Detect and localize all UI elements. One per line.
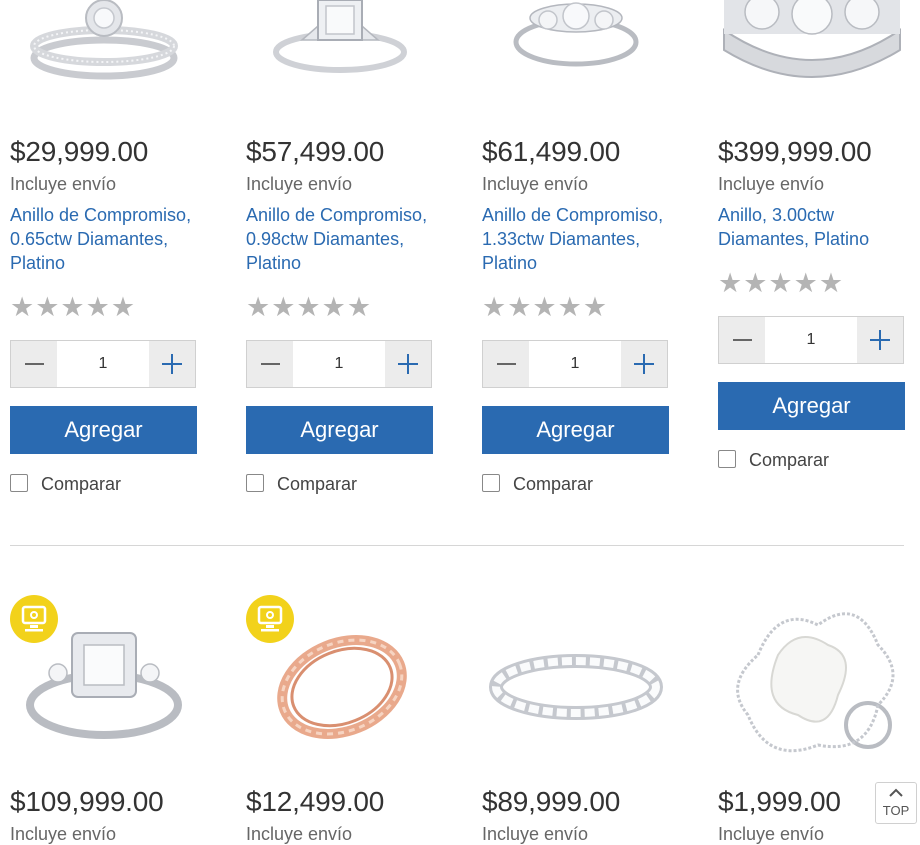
checkbox-icon[interactable] <box>246 474 264 492</box>
checkbox-icon[interactable] <box>482 474 500 492</box>
rating-stars: ★★★★★ <box>718 268 845 298</box>
plus-icon[interactable] <box>857 317 903 363</box>
add-to-cart-button[interactable]: Agregar <box>718 382 905 430</box>
product-image[interactable] <box>718 595 906 775</box>
product-price: $29,999.00 <box>10 136 149 167</box>
minus-icon[interactable] <box>483 341 529 387</box>
product-image[interactable] <box>718 0 906 120</box>
shipping-note: Incluye envío <box>10 174 117 194</box>
product-image[interactable] <box>246 0 434 120</box>
add-to-cart-button[interactable]: Agregar <box>246 406 433 454</box>
back-to-top-label: TOP <box>882 803 910 818</box>
online-only-icon <box>10 595 58 643</box>
back-to-top-button[interactable]: TOP <box>875 782 917 824</box>
shipping-note: Incluye envío <box>718 824 825 844</box>
chevron-up-icon <box>889 788 903 797</box>
product-price: $61,499.00 <box>482 136 621 167</box>
quantity-stepper: 1 <box>246 340 432 388</box>
product-card: $57,499.00 Incluye envío Anillo de Compr… <box>246 0 434 500</box>
quantity-stepper: 1 <box>10 340 196 388</box>
product-price: $109,999.00 <box>10 786 164 817</box>
compare-label[interactable]: Comparar <box>41 473 121 495</box>
product-price: $399,999.00 <box>718 136 872 167</box>
checkbox-icon[interactable] <box>718 450 736 468</box>
rating-stars: ★★★★★ <box>246 292 373 322</box>
product-card: $61,499.00 Incluye envío Anillo de Compr… <box>482 0 670 500</box>
product-title-link[interactable]: Anillo de Compromiso, 0.98ctw Diamantes,… <box>246 203 436 275</box>
shipping-note: Incluye envío <box>10 824 117 844</box>
rating-stars: ★★★★★ <box>482 292 609 322</box>
minus-icon[interactable] <box>11 341 57 387</box>
product-card: $29,999.00 Incluye envío Anillo de Compr… <box>10 0 198 500</box>
product-title-link[interactable]: Anillo, 3.00ctw Diamantes, Platino <box>718 203 908 251</box>
product-card: $399,999.00 Incluye envío Anillo, 3.00ct… <box>718 0 906 480</box>
online-only-icon <box>246 595 294 643</box>
quantity-value[interactable]: 1 <box>57 341 149 387</box>
compare-label[interactable]: Comparar <box>513 473 593 495</box>
product-image[interactable] <box>10 0 198 120</box>
product-title-link[interactable]: Anillo de Compromiso, 1.33ctw Diamantes,… <box>482 203 672 275</box>
shipping-note: Incluye envío <box>718 174 825 194</box>
quantity-value[interactable]: 1 <box>765 317 857 363</box>
product-grid: $29,999.00 Incluye envío Anillo de Compr… <box>0 0 920 844</box>
quantity-value[interactable]: 1 <box>293 341 385 387</box>
shipping-note: Incluye envío <box>482 174 589 194</box>
product-title-link[interactable]: Anillo de Compromiso, 0.65ctw Diamantes,… <box>10 203 200 275</box>
product-card: $89,999.00 Incluye envío <box>482 595 670 844</box>
compare-label[interactable]: Comparar <box>277 473 357 495</box>
shipping-note: Incluye envío <box>482 824 589 844</box>
add-to-cart-button[interactable]: Agregar <box>10 406 197 454</box>
plus-icon[interactable] <box>621 341 667 387</box>
plus-icon[interactable] <box>149 341 195 387</box>
compare-label[interactable]: Comparar <box>749 449 829 471</box>
product-price: $12,499.00 <box>246 786 385 817</box>
quantity-stepper: 1 <box>718 316 904 364</box>
shipping-note: Incluye envío <box>246 824 353 844</box>
quantity-stepper: 1 <box>482 340 668 388</box>
row-divider <box>10 545 904 546</box>
product-price: $1,999.00 <box>718 786 841 817</box>
product-price: $89,999.00 <box>482 786 621 817</box>
quantity-value[interactable]: 1 <box>529 341 621 387</box>
product-card: $109,999.00 Incluye envío <box>10 595 198 844</box>
add-to-cart-button[interactable]: Agregar <box>482 406 669 454</box>
product-card: $12,499.00 Incluye envío <box>246 595 434 844</box>
product-price: $57,499.00 <box>246 136 385 167</box>
checkbox-icon[interactable] <box>10 474 28 492</box>
plus-icon[interactable] <box>385 341 431 387</box>
product-image[interactable] <box>482 595 670 775</box>
shipping-note: Incluye envío <box>246 174 353 194</box>
product-image[interactable] <box>482 0 670 120</box>
minus-icon[interactable] <box>247 341 293 387</box>
rating-stars: ★★★★★ <box>10 292 137 322</box>
minus-icon[interactable] <box>719 317 765 363</box>
